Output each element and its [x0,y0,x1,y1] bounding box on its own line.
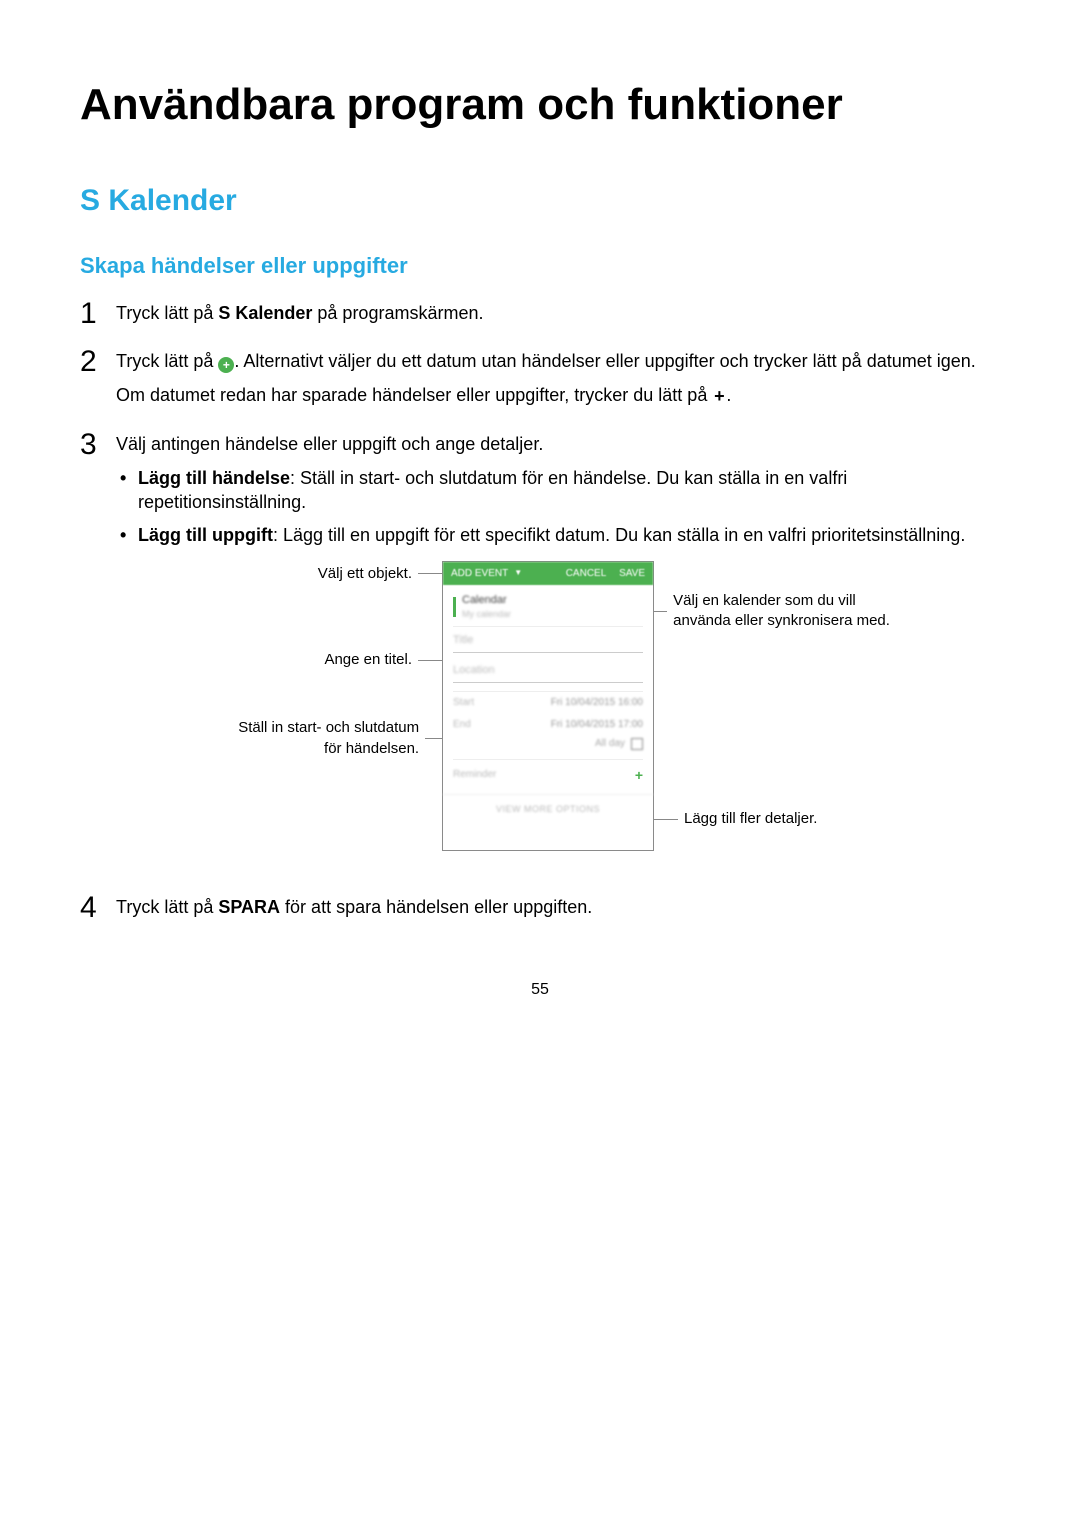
callout-enter-title: Ange en titel. [324,650,442,670]
app-name-bold: S Kalender [218,303,312,323]
end-label: End [453,718,471,732]
reminder-label: Reminder [453,768,496,782]
callout-set-dates: Ställ in start- och slutdatum för händel… [222,718,442,759]
figure: Välj ett objekt. Ange en titel. Ställ in… [116,561,1000,851]
text: för att spara händelsen eller uppgiften. [280,897,592,917]
step-4: 4 Tryck lätt på SPARA för att spara händ… [80,895,1000,929]
text: . [726,385,731,405]
callout-line-icon [418,660,442,661]
start-label: Start [453,696,474,710]
phone-topbar: Add event ▼ CANCEL SAVE [443,562,653,586]
callout-line-icon [654,611,667,612]
text: . Alternativt väljer du ett datum utan h… [234,351,975,371]
calendar-selector: Calendar My calendar [443,585,653,626]
allday-label: All day [595,737,625,751]
text: Om datumet redan har sparade händelser e… [116,385,712,405]
bullet-add-task: Lägg till uppgift: Lägg till en uppgift … [116,523,1000,547]
topbar-add-event: Add event [451,567,508,581]
subsection-heading: Skapa händelser eller uppgifter [80,251,1000,281]
callout-line-icon [418,573,442,574]
calendar-color-bar-icon [453,597,456,617]
allday-row: All day [443,735,653,759]
plus-icon: + [712,390,726,404]
callout-more-details: Lägg till fler detaljer. [654,809,817,829]
reminder-row: Reminder + [443,760,653,791]
title-field: Title [453,633,643,648]
step-number: 2 [80,347,116,377]
start-row: Start Fri 10/04/2015 16:00 [443,692,653,714]
topbar-save: SAVE [619,568,645,579]
step-2: 2 Tryck lätt på +. Alternativt väljer du… [80,349,1000,418]
phone-mockup: Add event ▼ CANCEL SAVE Calendar [442,561,654,851]
location-field: Location [453,663,643,678]
callout-label: Välj ett objekt. [318,564,412,584]
bullet-add-event: Lägg till händelse: Ställ in start- och … [116,466,1000,515]
bullet-bold: Lägg till händelse [138,468,290,488]
callout-label: Lägg till fler detaljer. [684,809,817,829]
page-title: Användbara program och funktioner [80,80,1000,131]
section-heading: S Kalender [80,181,1000,222]
step-number: 3 [80,430,116,460]
step-number: 4 [80,893,116,923]
dropdown-triangle-icon: ▼ [514,568,522,579]
callout-select-calendar: Välj en kalender som du vill använda ell… [654,591,894,632]
save-bold: SPARA [218,897,280,917]
page-number: 55 [80,979,1000,1001]
bullet-bold: Lägg till uppgift [138,525,273,545]
calendar-sub: My calendar [462,608,511,620]
callout-label: Ställ in start- och slutdatum för händel… [222,718,419,759]
text: på programskärmen. [312,303,483,323]
step-1: 1 Tryck lätt på S Kalender på programskä… [80,301,1000,335]
add-circle-icon: + [218,357,234,373]
step-number: 1 [80,299,116,329]
calendar-name: Calendar [462,593,511,608]
step-3: 3 Välj antingen händelse eller uppgift o… [80,432,1000,881]
view-more-options: VIEW MORE OPTIONS [443,794,653,823]
bullet-rest: : Lägg till en uppgift för ett specifikt… [273,525,965,545]
text: Tryck lätt på [116,303,218,323]
add-reminder-plus-icon: + [635,766,643,785]
topbar-cancel: CANCEL [566,568,607,579]
end-row: End Fri 10/04/2015 17:00 [443,714,653,736]
callout-label: Ange en titel. [324,650,412,670]
callout-select-object: Välj ett objekt. [318,564,442,584]
end-value: Fri 10/04/2015 17:00 [551,718,643,732]
step-intro: Välj antingen händelse eller uppgift och… [116,432,1000,456]
callout-label: Välj en kalender som du vill använda ell… [673,591,894,632]
callout-line-icon [425,738,442,739]
text: Tryck lätt på [116,351,218,371]
text: Tryck lätt på [116,897,218,917]
checkbox-icon [631,738,643,750]
callout-line-icon [654,819,678,820]
start-value: Fri 10/04/2015 16:00 [551,696,643,710]
